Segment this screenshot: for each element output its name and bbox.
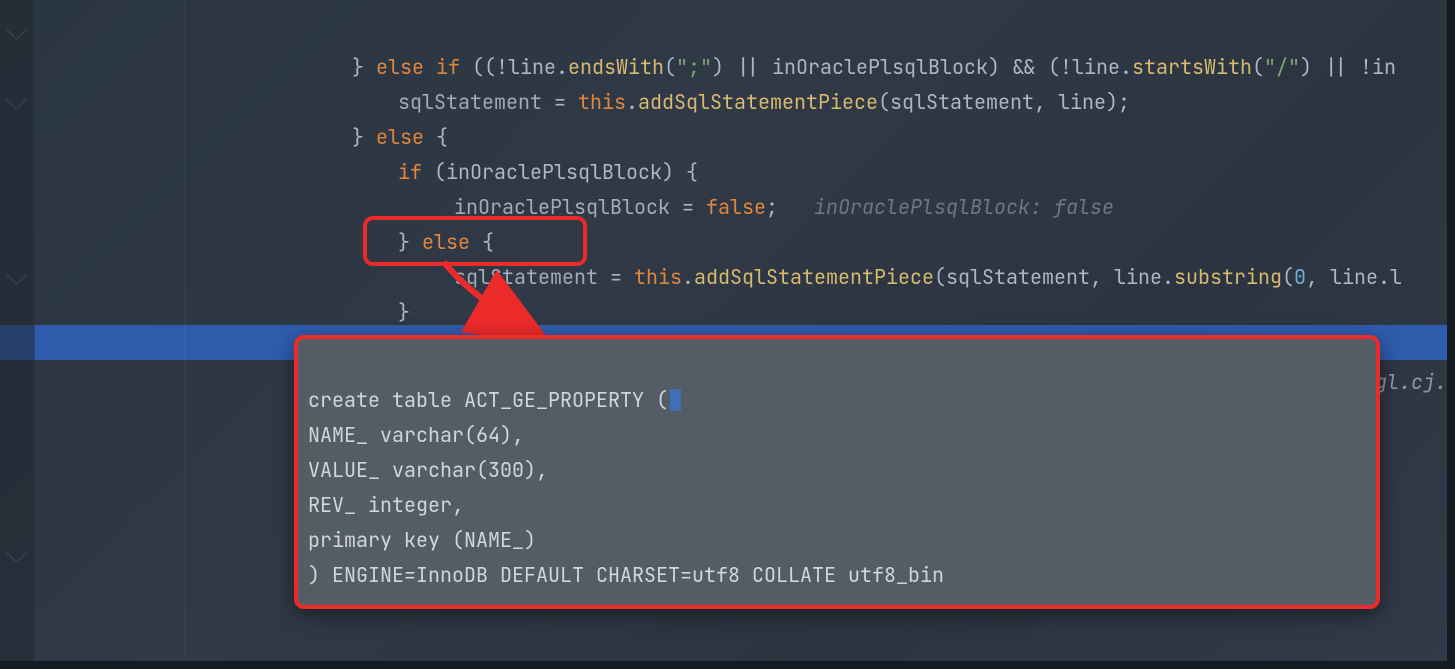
editor-gutter (0, 0, 35, 669)
tooltip-line: VALUE_ varchar(300), (308, 457, 548, 483)
tooltip-line: create table ACT_GE_PROPERTY ( (308, 387, 668, 413)
code-editor[interactable]: } else if ((!line.endsWith(";") || inOra… (0, 0, 1455, 669)
frame-bottom (0, 661, 1455, 669)
text-caret (670, 389, 681, 411)
code-line: sqlStatement = this.addSqlStatementPiece… (34, 225, 1455, 260)
frame-right (1447, 0, 1455, 669)
debugger-evaluate-popup[interactable]: create table ACT_GE_PROPERTY ( NAME_ var… (294, 335, 1380, 609)
code-line: } else { (34, 85, 1455, 120)
tooltip-line: NAME_ varchar(64), (308, 422, 524, 448)
tooltip-line: ) ENGINE=InnoDB DEFAULT CHARSET=utf8 COL… (308, 562, 944, 588)
code-line: } (34, 260, 1455, 295)
code-line: } else if ((!line.endsWith(";") || inOra… (34, 15, 1455, 50)
code-line: sqlStatement = this.addSqlStatementPiece… (34, 50, 1455, 85)
code-line: if (inOraclePlsqlBlock) { (34, 120, 1455, 155)
tooltip-line: REV_ integer, (308, 492, 464, 518)
code-line: } (34, 625, 1455, 660)
tooltip-line: primary key (NAME_) (308, 527, 536, 553)
code-line: } else { (34, 190, 1455, 225)
code-line: inOraclePlsqlBlock = false; inOraclePlsq… (34, 155, 1455, 190)
